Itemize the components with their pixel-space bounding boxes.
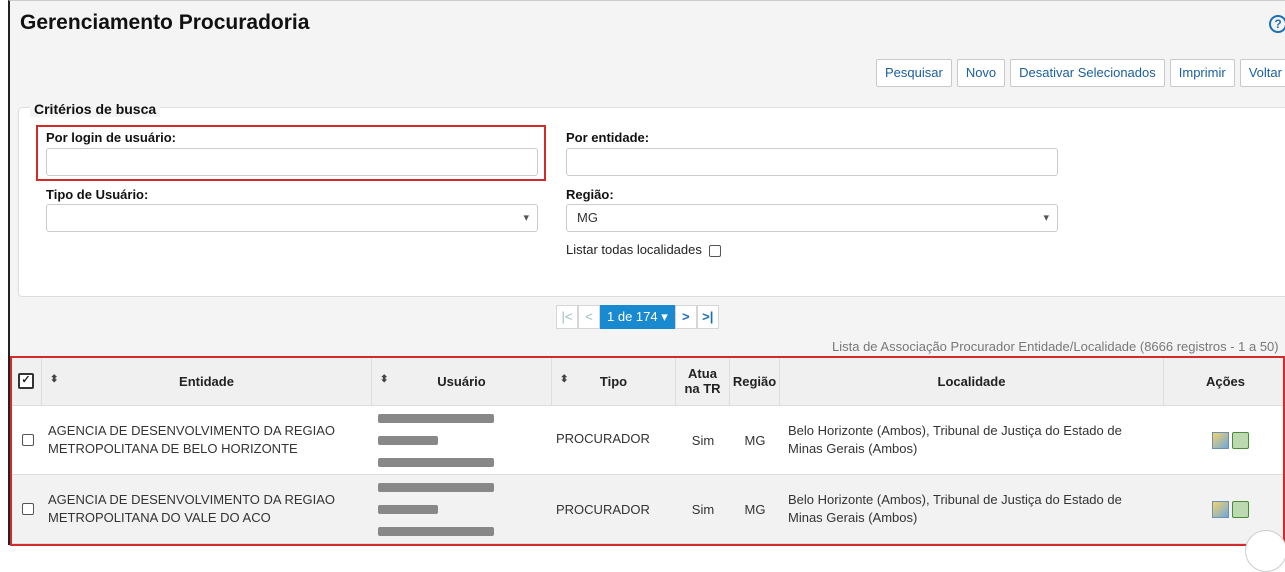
listar-localidades-label: Listar todas localidades [566, 242, 702, 257]
sort-icon: ⬍ [50, 374, 59, 385]
edit-icon[interactable] [1212, 500, 1229, 518]
edit-icon[interactable] [1212, 431, 1229, 449]
prev-page-button[interactable]: < [578, 305, 600, 329]
row-checkbox-cell [22, 475, 42, 543]
column-acoes: Ações [1205, 373, 1246, 389]
regiao-select[interactable]: MG ▾ [566, 204, 1058, 232]
imprimir-button[interactable]: Imprimir [1169, 59, 1235, 87]
search-criteria-legend: Critérios de busca [30, 101, 161, 117]
column-atua-tr: Atua na TR [676, 357, 730, 405]
localidade-cell: Belo Horizonte (Ambos), Tribunal de Just… [788, 492, 1122, 525]
entidade-cell: AGENCIA DE DESENVOLVIMENTO DA REGIAO MET… [48, 423, 336, 456]
login-label: Por login de usuário: [46, 130, 177, 145]
row-checkbox[interactable] [22, 434, 34, 446]
select-all-column: ✓ [12, 357, 42, 405]
select-all-checkbox[interactable]: ✓ [18, 373, 34, 389]
tipo-cell: PROCURADOR [556, 501, 650, 517]
regiao-cell: MG [744, 501, 766, 517]
acoes-cell [1172, 406, 1282, 474]
last-page-button[interactable]: >| [696, 305, 719, 329]
novo-button[interactable]: Novo [956, 59, 1006, 87]
voltar-button[interactable]: Voltar [1239, 59, 1285, 87]
usuario-cell [372, 475, 552, 543]
sort-icon: ⬍ [380, 374, 389, 385]
column-usuario[interactable]: ⬍ Usuário [372, 357, 552, 405]
pesquisar-button[interactable]: Pesquisar [876, 59, 952, 87]
table-row: AGENCIA DE DESENVOLVIMENTO DA REGIAO MET… [12, 406, 1285, 475]
scroll-top-button[interactable] [1245, 530, 1285, 572]
swap-icon[interactable] [1232, 431, 1249, 449]
next-page-button[interactable]: > [674, 305, 697, 329]
redacted-user [378, 483, 494, 492]
blank-area [1172, 422, 1208, 458]
login-input[interactable] [46, 148, 538, 176]
atua-cell: Sim [691, 432, 715, 448]
chevron-down-icon: ▾ [523, 212, 529, 224]
entidade-input[interactable] [566, 148, 1058, 176]
column-localidade: Localidade [780, 357, 1164, 405]
chevron-down-icon: ▾ [1043, 212, 1049, 224]
redacted-user [378, 505, 438, 514]
column-tipo[interactable]: ⬍ Tipo [552, 357, 676, 405]
row-checkbox[interactable] [22, 503, 34, 515]
entidade-cell: AGENCIA DE DESENVOLVIMENTO DA REGIAO MET… [48, 492, 336, 525]
regiao-cell: MG [744, 432, 766, 448]
tipo-cell: PROCURADOR [556, 406, 676, 474]
swap-icon[interactable] [1232, 500, 1249, 518]
page-title: Gerenciamento Procuradoria [20, 11, 310, 34]
listar-localidades-checkbox[interactable] [709, 244, 722, 257]
toolbar: Pesquisar Novo Desativar Selecionados Im… [876, 59, 1285, 87]
page-select[interactable]: 1 de 174 ▾ [600, 305, 675, 329]
atua-cell: Sim [691, 501, 715, 517]
blank-area [556, 408, 640, 428]
redacted-user [378, 436, 438, 445]
pagination: |< < 1 de 174 ▾ > >| [556, 305, 719, 329]
redacted-user [378, 458, 494, 467]
tipo-usuario-select[interactable]: ▾ [46, 204, 538, 232]
app-frame: Gerenciamento Procuradoria ? Pesquisar N… [8, 0, 1285, 545]
page-header: Gerenciamento Procuradoria ? [10, 1, 1285, 51]
redacted-user [378, 414, 494, 423]
row-checkbox-cell [22, 406, 42, 474]
column-regiao: Região [730, 357, 780, 405]
regiao-value: MG [577, 210, 598, 225]
sort-icon: ⬍ [560, 374, 569, 385]
column-entidade[interactable]: ⬍ Entidade [42, 357, 372, 405]
entidade-label: Por entidade: [566, 130, 650, 145]
table-header: ✓ ⬍ Entidade ⬍ Usuário ⬍ Tipo Atua na TR… [12, 357, 1285, 406]
desativar-selecionados-button[interactable]: Desativar Selecionados [1010, 59, 1165, 87]
regiao-label: Região: [566, 187, 614, 202]
listar-localidades[interactable]: Listar todas localidades [566, 242, 722, 257]
table-row: AGENCIA DE DESENVOLVIMENTO DA REGIAO MET… [12, 475, 1285, 544]
question-circle-icon[interactable]: ? [1269, 15, 1285, 33]
tipo-usuario-label: Tipo de Usuário: [46, 187, 149, 202]
first-page-button[interactable]: |< [556, 305, 578, 329]
usuario-cell [372, 406, 552, 474]
record-count: Lista de Associação Procurador Entidade/… [832, 339, 1279, 354]
redacted-user [378, 527, 494, 536]
localidade-cell: Belo Horizonte (Ambos), Tribunal de Just… [788, 423, 1122, 456]
